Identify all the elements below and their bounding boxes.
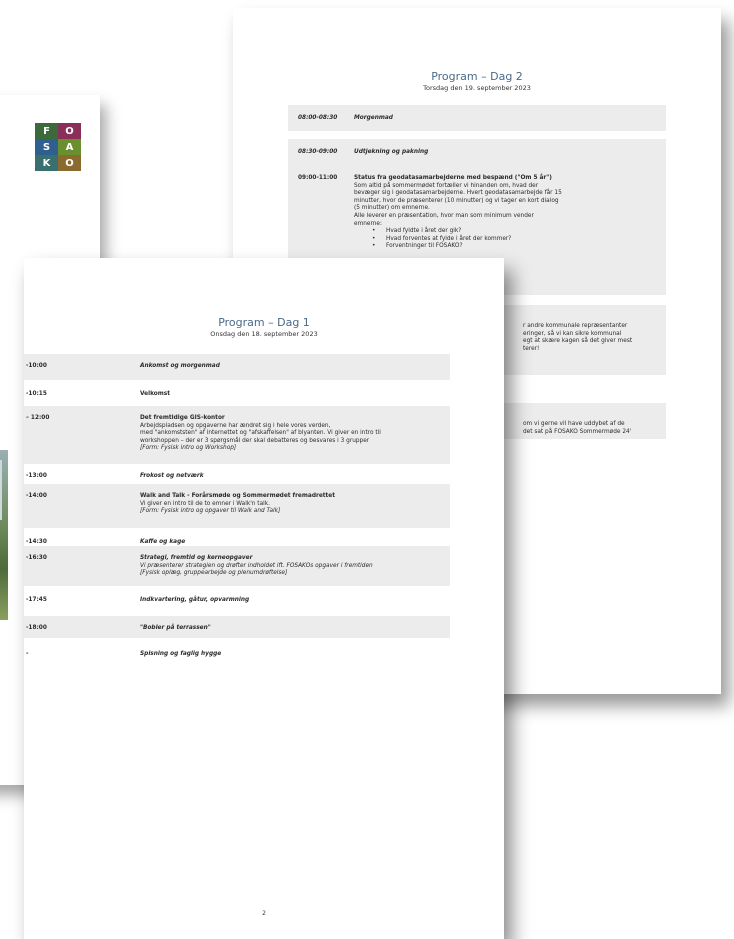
day2-fragment-a: r andre kommunale repræsentanter eringer,… <box>523 323 723 353</box>
time-slot: 08:30-09:00 <box>298 149 338 155</box>
row-line: bevæger sig i geodatasamarbejderne. Hver… <box>354 190 562 197</box>
row-text: Morgenmad <box>354 115 393 123</box>
schedule-row: -10:00 Ankomst og morgenmad <box>24 354 450 380</box>
schedule-row: -16:30 Strategi, fremtid og kerneopgaver V… <box>24 546 450 586</box>
schedule-row: - Spisning og faglig hygge <box>24 642 450 664</box>
bullet-item: Hvad fyldte i året der gik? <box>354 228 562 236</box>
row-text: Indkvartering, gåtur, opvarmning <box>140 597 249 605</box>
fragment-line: r andre kommunale repræsentanter <box>523 323 628 329</box>
schedule-row: -10:15 Velkomst <box>24 382 450 404</box>
time-slot: -14:00 <box>26 493 47 499</box>
time-slot: - <box>26 651 29 657</box>
row-heading: Udtjekning og pakning <box>354 149 429 155</box>
row-heading: Indkvartering, gåtur, opvarmning <box>140 597 250 603</box>
program-day1-page: Program – Dag 1 Onsdag den 18. september… <box>24 258 504 939</box>
schedule-row: -18:00 "Bobler på terrassen" <box>24 616 450 638</box>
time-slot: -10:00 <box>26 363 47 369</box>
day1-title: Program – Dag 1 <box>218 316 310 329</box>
logo-letter: O <box>58 123 81 139</box>
logo-letter: F <box>35 123 58 139</box>
row-text: Ankomst og morgenmad <box>140 363 220 371</box>
schedule-row: -17:45 Indkvartering, gåtur, opvarmning <box>24 588 450 610</box>
row-form: [Form: Fysisk intro og opgaver til Walk … <box>140 508 281 515</box>
schedule-row: -14:00 Walk and Talk - Forårsmøde og Somm… <box>24 484 450 528</box>
row-heading: Status fra geodatasamarbejderne med besp… <box>354 175 552 181</box>
row-line: Vi giver en intro til de to emner i Walk… <box>140 500 270 507</box>
row-heading: "Bobler på terrassen" <box>140 625 211 631</box>
cover-photo <box>0 450 8 620</box>
time-slot: – 12:00 <box>26 415 50 421</box>
row-heading: Strategi, fremtid og kerneopgaver <box>140 555 253 561</box>
row-line: Arbejdspladsen og opgaverne har ændret s… <box>140 422 331 429</box>
fragment-line: terer! <box>523 345 540 352</box>
time-slot: 08:00-08:30 <box>298 115 338 121</box>
row-heading: Velkomst <box>140 391 171 397</box>
row-text: Strategi, fremtid og kerneopgaver Vi præs… <box>140 555 373 578</box>
logo-letter: O <box>58 155 81 171</box>
row-line: minutter, hvor de præsenterer (10 minutt… <box>354 197 559 204</box>
row-text: "Bobler på terrassen" <box>140 625 211 633</box>
row-heading: Morgenmad <box>354 115 393 121</box>
day2-fragment-b: om vi gerne vil have uddybet af de det sa… <box>523 421 723 436</box>
schedule-row: 08:30-09:00 Udtjekning og pakning <box>288 139 666 165</box>
row-text: Det fremtidige GIS-kontor Arbejdspladsen … <box>140 415 381 453</box>
bullet-item: Hvad forventes at fylde i året der komme… <box>354 236 562 244</box>
fragment-line: om vi gerne vil have uddybet af de <box>523 421 625 427</box>
row-heading: Det fremtidige GIS-kontor <box>140 415 225 421</box>
row-line: med "ankomststen" af internettet og "afs… <box>140 430 381 437</box>
row-heading: Spisning og faglig hygge <box>140 651 222 657</box>
time-slot: -17:45 <box>26 597 47 603</box>
time-slot: -10:15 <box>26 391 47 397</box>
schedule-row: – 12:00 Det fremtidige GIS-kontor Arbejdsp… <box>24 406 450 464</box>
bullet-item: Forventninger til FOSAKO? <box>354 243 562 251</box>
row-heading: Ankomst og morgenmad <box>140 363 220 369</box>
day1-subtitle: Onsdag den 18. september 2023 <box>210 330 318 338</box>
logo-letter: K <box>35 155 58 171</box>
fragment-line: egt at skære kagen så det giver mest <box>523 338 633 345</box>
row-line: Alle leverer en præsentation, hvor man s… <box>354 212 534 219</box>
row-form: [Fysisk oplæg, gruppearbejde og plenumdr… <box>140 570 288 577</box>
day2-title: Program – Dag 2 <box>431 70 523 83</box>
time-slot: 09:00-11:00 <box>298 175 338 181</box>
schedule-row: 08:00-08:30 Morgenmad <box>288 105 666 131</box>
row-heading: Walk and Talk - Forårsmøde og Sommermøde… <box>140 493 335 499</box>
row-line: (5 minutter) om emnerne. <box>354 205 430 212</box>
row-text: Walk and Talk - Forårsmøde og Sommermøde… <box>140 493 335 516</box>
row-text: Udtjekning og pakning <box>354 149 428 157</box>
row-line: Vi præsenterer strategien og drøfter ind… <box>140 562 373 569</box>
time-slot: -18:00 <box>26 625 47 631</box>
logo-letter: S <box>35 139 58 155</box>
row-form: [Form: Fysisk intro og Workshop] <box>140 445 237 452</box>
time-slot: -13:00 <box>26 473 47 479</box>
fosako-logo: FOSAKO <box>35 123 81 171</box>
logo-letter: A <box>58 139 81 155</box>
fragment-line: det sat på FOSAKO Sommermøde 24' <box>523 428 632 435</box>
row-heading: Frokost og netværk <box>140 473 204 479</box>
page-number: 2 <box>262 910 266 917</box>
schedule-row: -13:00 Frokost og netværk <box>24 464 450 486</box>
row-text: Spisning og faglig hygge <box>140 651 221 659</box>
row-text: Frokost og netværk <box>140 473 204 481</box>
row-text: Status fra geodatasamarbejderne med besp… <box>354 175 562 251</box>
time-slot: -16:30 <box>26 555 47 561</box>
row-text: Velkomst <box>140 391 170 399</box>
row-line: workshoppen – der er 3 spørgsmål der ska… <box>140 437 370 444</box>
day2-subtitle: Torsdag den 19. september 2023 <box>423 84 531 92</box>
